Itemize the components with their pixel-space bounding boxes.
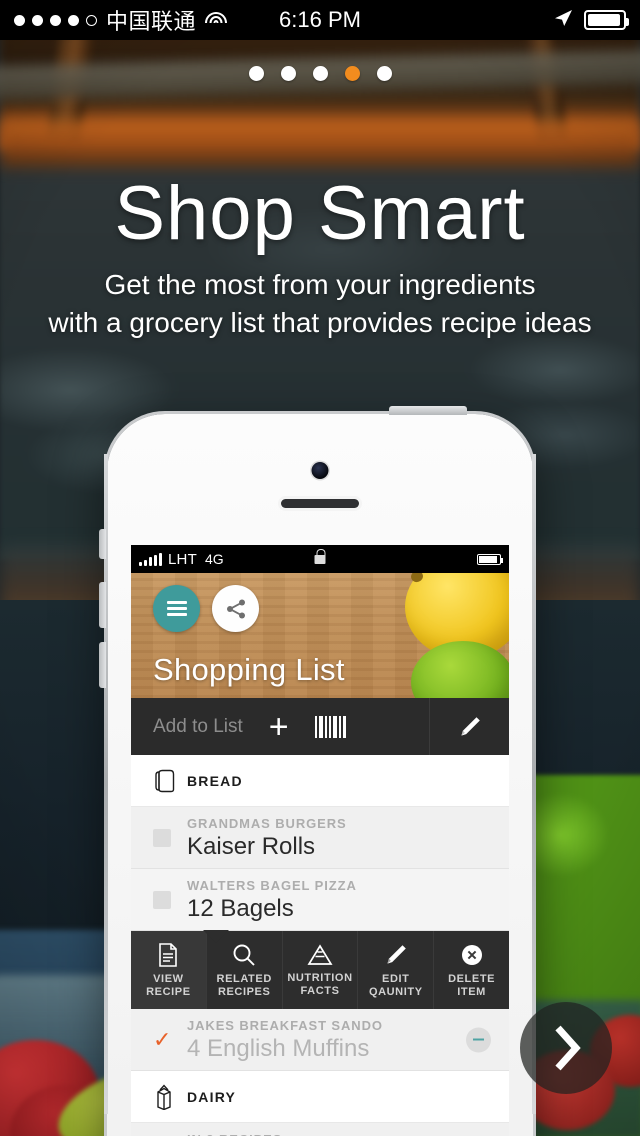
phone-screen: LHT 4G Shopping List Add to List + BREAD…: [131, 545, 509, 1136]
page-dot-2[interactable]: [280, 66, 296, 81]
item-recipe-label: JAKES BREAKFAST SANDO: [187, 1017, 383, 1033]
delete-circle-icon: [461, 944, 482, 965]
app-header: Shopping List: [131, 573, 509, 698]
action-label-line1: VIEW: [153, 972, 184, 985]
item-recipe-label: GRANDMAS BURGERS: [187, 815, 347, 831]
action-delete-item[interactable]: DELETE ITEM: [434, 931, 509, 1009]
minus-icon: [466, 1027, 491, 1052]
share-icon: [226, 599, 245, 618]
add-item-button[interactable]: +: [269, 710, 289, 744]
slide-screen: 中国联通 6:16 PM Shop Smart Get the most fro…: [0, 0, 640, 1136]
category-row-bread[interactable]: BREAD: [131, 755, 509, 807]
edit-list-button[interactable]: [429, 698, 509, 755]
item-recipe-label: WALTERS BAGEL PIZZA: [187, 877, 357, 893]
add-to-list-input[interactable]: Add to List: [153, 716, 243, 738]
app-status-bar: LHT 4G: [131, 545, 509, 573]
battery-icon: [584, 10, 629, 30]
action-label-line2: ITEM: [457, 985, 486, 998]
menu-button[interactable]: [153, 585, 200, 632]
bread-icon: [155, 769, 175, 792]
volume-up-button[interactable]: [99, 582, 106, 628]
phone-carrier-label: LHT: [168, 550, 197, 568]
pencil-icon: [387, 945, 406, 964]
action-label-line2: QAUNITY: [368, 985, 423, 998]
remove-item-button[interactable]: [466, 1027, 491, 1052]
category-label: DAIRY: [187, 1088, 237, 1105]
hero-subtitle-line-1: Get the most from your ingredients: [104, 269, 536, 300]
front-camera: [311, 462, 329, 479]
item-checkbox[interactable]: [153, 828, 171, 847]
share-button[interactable]: [212, 585, 259, 632]
hero-subtitle-line-2: with a grocery list that provides recipe…: [48, 307, 592, 339]
action-bar-caret: [203, 930, 229, 943]
item-checkbox[interactable]: [153, 890, 171, 909]
app-screen-title: Shopping List: [153, 652, 345, 687]
phone-battery-icon: [477, 553, 503, 565]
item-name: 4 English Muffins: [187, 1034, 370, 1062]
status-time: 6:16 PM: [279, 7, 361, 32]
action-label-line2: RECIPES: [217, 985, 271, 998]
action-edit-quantity[interactable]: EDIT QAUNITY: [358, 931, 435, 1009]
action-label-line1: EDIT: [382, 972, 410, 985]
search-icon: [233, 944, 255, 966]
mute-switch[interactable]: [99, 529, 106, 559]
signal-bars-icon: [139, 552, 162, 566]
page-indicator[interactable]: [0, 66, 640, 81]
milk-carton-icon: [157, 1083, 171, 1110]
action-label-line2: RECIPE: [146, 985, 191, 998]
page-dot-1[interactable]: [248, 66, 264, 81]
page-title: Shop Smart: [114, 171, 526, 256]
action-nutrition-facts[interactable]: NUTRITION FACTS: [283, 931, 359, 1009]
nutrition-pyramid-icon: [307, 944, 333, 965]
lock-icon: [314, 548, 326, 564]
action-label-line1: DELETE: [448, 972, 496, 985]
pencil-icon: [460, 716, 480, 736]
list-item[interactable]: ✓ JAKES BREAKFAST SANDO 4 English Muffin…: [131, 1009, 509, 1071]
item-action-bar: VIEW RECIPE RELATED RECIPES NUTRITION FA…: [131, 930, 509, 1009]
item-name: 12 Bagels: [187, 894, 294, 922]
chevron-right-icon: [555, 1025, 581, 1071]
page-dot-4-active[interactable]: [344, 66, 360, 81]
next-slide-button[interactable]: [520, 1002, 612, 1094]
volume-down-button[interactable]: [99, 642, 106, 688]
hamburger-menu-icon: [166, 598, 187, 619]
power-button[interactable]: [389, 406, 467, 415]
item-recipe-label: IN 2 RECIPES: [187, 1132, 282, 1136]
document-icon: [159, 943, 178, 967]
ios-status-bar: 中国联通 6:16 PM: [0, 0, 640, 40]
hero-text-block: Shop Smart Get the most from your ingred…: [0, 176, 640, 343]
action-label-line2: FACTS: [300, 984, 340, 997]
add-to-list-toolbar: Add to List +: [131, 698, 509, 755]
action-view-recipe[interactable]: VIEW RECIPE: [131, 931, 207, 1009]
list-item[interactable]: GRANDMAS BURGERS Kaiser Rolls: [131, 807, 509, 869]
action-label-line1: RELATED: [216, 972, 272, 985]
category-row-dairy[interactable]: DAIRY: [131, 1071, 509, 1123]
page-dot-3[interactable]: [312, 66, 328, 81]
iphone-mockup: LHT 4G Shopping List Add to List + BREAD…: [99, 406, 536, 1136]
list-item[interactable]: IN 2 RECIPES Milk: [131, 1123, 509, 1136]
network-type-label: 4G: [204, 551, 224, 567]
item-checked-icon[interactable]: ✓: [153, 1028, 171, 1051]
item-name: Kaiser Rolls: [187, 832, 316, 860]
category-label: BREAD: [187, 772, 243, 789]
earpiece-speaker: [281, 499, 359, 508]
barcode-scan-button[interactable]: [314, 715, 346, 738]
action-label-line1: NUTRITION: [287, 971, 353, 984]
list-item[interactable]: WALTERS BAGEL PIZZA 12 Bagels: [131, 869, 509, 931]
page-dot-5[interactable]: [376, 66, 392, 81]
